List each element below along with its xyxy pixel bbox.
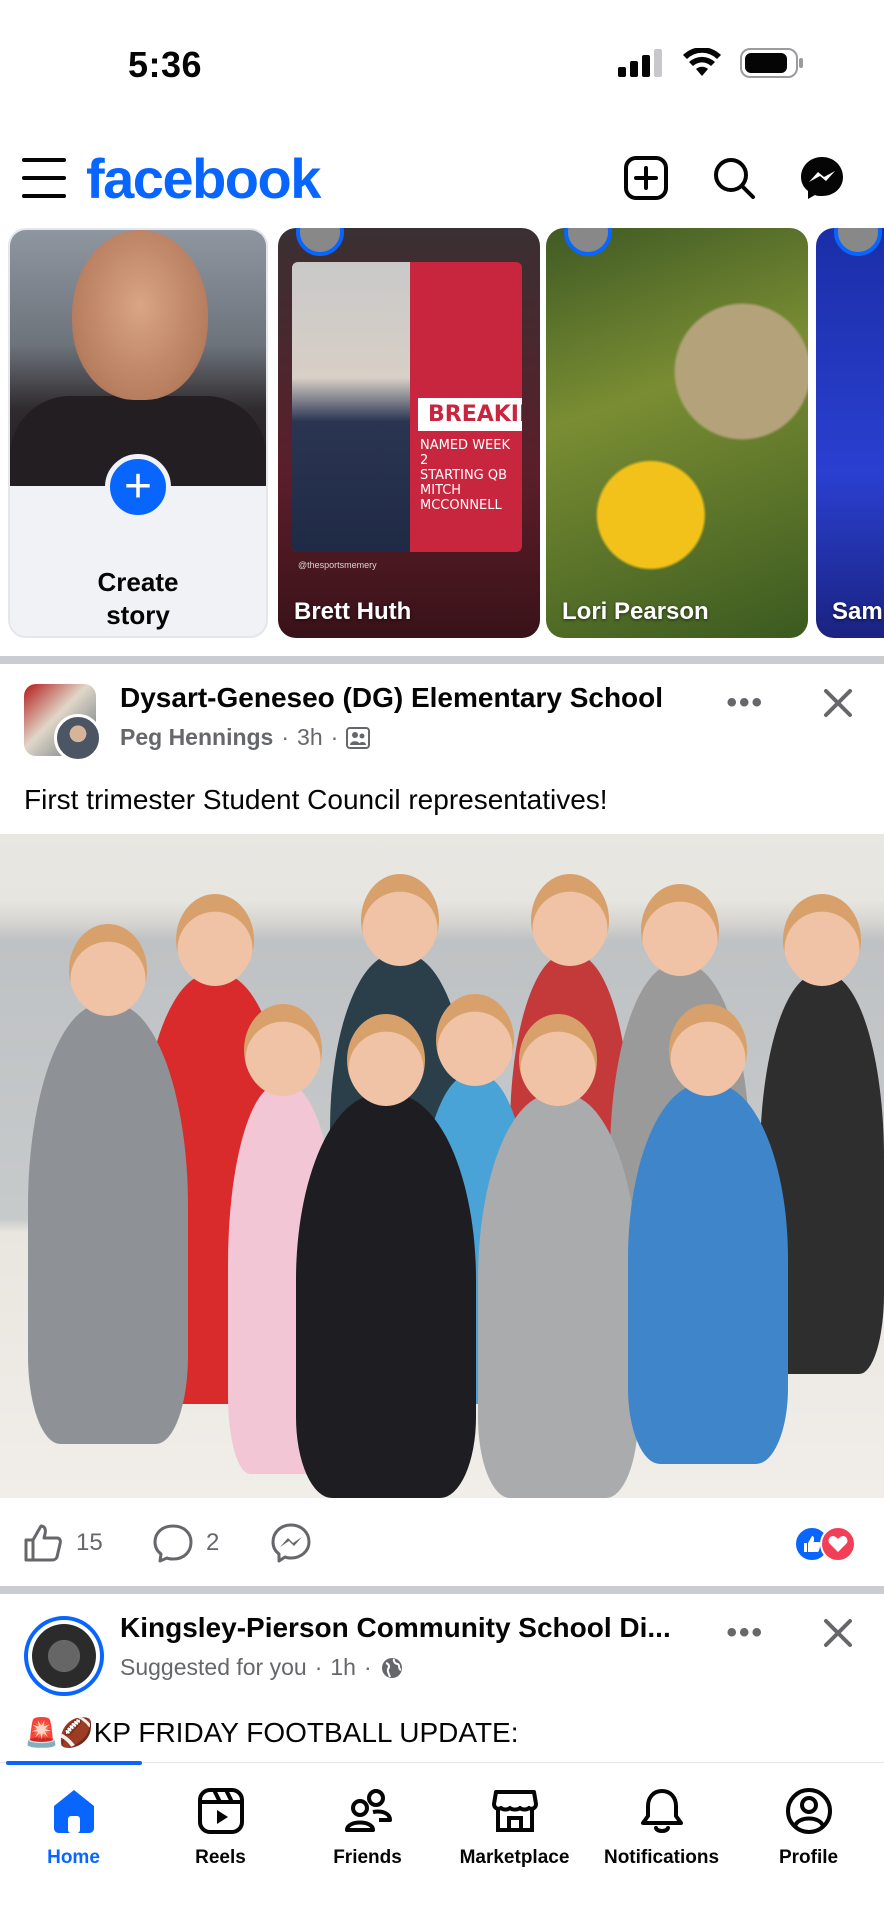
suggested-label: Suggested for you [120,1654,307,1680]
battery-icon [740,48,803,78]
send-button[interactable] [270,1522,312,1564]
section-divider [0,1586,884,1594]
wifi-icon [683,48,721,76]
profile-photo [10,230,266,486]
post-actions: 15 2 [0,1506,884,1578]
search-icon [714,158,755,199]
story-author-name: Brett Huth [294,598,412,625]
post-header: Kingsley-Pierson Community School Di... … [0,1602,884,1702]
nav-friends[interactable]: Friends [294,1785,441,1869]
reels-icon [195,1785,247,1837]
photo-figure [28,924,188,1444]
story-avatar [564,228,612,256]
story-card[interactable]: Sam [816,228,884,638]
nav-notifications[interactable]: Notifications [588,1785,735,1869]
menu-icon[interactable] [22,158,66,198]
story-image: BREAKING NAMED WEEK 2 STARTING QB MITCH … [292,262,522,552]
post-time[interactable]: 3h [297,724,323,751]
post-page-name[interactable]: Kingsley-Pierson Community School Di... [120,1612,671,1644]
photo-figure [628,1004,788,1464]
post-time[interactable]: 1h [330,1654,356,1681]
friends-icon [342,1785,394,1837]
comment-count: 2 [206,1529,220,1556]
story-avatar [834,228,882,256]
comment-button[interactable]: 2 [152,1522,219,1564]
nav-reels[interactable]: Reels [147,1785,294,1869]
section-divider [0,656,884,664]
bell-icon [636,1785,688,1837]
messenger-button[interactable] [798,154,846,202]
page-avatar[interactable] [24,1616,104,1696]
nav-profile[interactable]: Profile [735,1785,882,1869]
nav-label: Notifications [603,1847,720,1868]
status-icons [618,48,804,78]
status-bar: 5:36 [0,0,884,130]
create-story-label: Create story [97,567,179,630]
poster-headline: BREAKING [418,398,522,431]
thumbs-up-icon [24,1524,62,1562]
like-count: 15 [76,1529,103,1556]
post-text: First trimester Student Council represen… [24,784,608,815]
more-options-icon[interactable]: ••• [726,1616,764,1650]
photo-figure [478,1014,638,1498]
more-options-icon[interactable]: ••• [726,686,764,720]
stories-tray: + Create story BREAKING NAMED WEEK 2 STA… [0,228,884,640]
facebook-logo[interactable]: facebook [86,146,321,211]
messenger-icon [801,157,843,199]
search-button[interactable] [710,154,758,202]
nav-label: Profile [778,1847,839,1868]
active-tab-indicator [6,1761,142,1765]
nav-marketplace[interactable]: Marketplace [441,1785,588,1869]
post-header: Dysart-Geneseo (DG) Elementary School Pe… [0,672,884,772]
nav-label: Home [47,1847,100,1868]
post-author[interactable]: Peg Hennings [120,724,273,751]
close-icon[interactable] [818,682,858,722]
love-reaction-icon [820,1526,856,1562]
bottom-navigation: Home Reels Friends Marketplace Notificat… [0,1761,884,1920]
post-meta: Peg Hennings · 3h · [120,724,371,751]
like-button[interactable]: 15 [22,1522,103,1564]
add-story-icon[interactable]: + [105,454,171,520]
nav-label: Marketplace [459,1847,570,1868]
reaction-summary[interactable] [794,1526,860,1562]
story-card[interactable]: BREAKING NAMED WEEK 2 STARTING QB MITCH … [278,228,540,638]
author-avatar[interactable] [54,714,102,762]
nav-home[interactable]: Home [0,1785,147,1869]
cellular-signal-icon [618,49,662,77]
close-icon[interactable] [818,1612,858,1652]
poster-watermark: @thesportsmemery [298,560,377,570]
story-author-name: Sam [832,598,883,625]
messenger-send-icon [271,1523,311,1563]
story-card[interactable]: Lori Pearson [546,228,808,638]
group-audience-icon [346,726,371,749]
photo-figure [296,1014,476,1498]
story-author-name: Lori Pearson [562,598,709,625]
plus-square-icon [624,156,668,200]
home-icon [48,1785,100,1837]
post-text: 🚨🏈KP FRIDAY FOOTBALL UPDATE: [24,1717,519,1748]
story-avatar [296,228,344,256]
poster-subtext: NAMED WEEK 2 STARTING QB MITCH MCCONNELL [420,438,510,513]
nav-label: Reels [195,1847,246,1868]
post-page-name[interactable]: Dysart-Geneseo (DG) Elementary School [120,682,663,714]
nav-label: Friends [333,1847,402,1868]
app-header: facebook [0,140,884,230]
status-time: 5:36 [128,44,203,85]
marketplace-icon [489,1785,541,1837]
profile-icon [783,1785,835,1837]
globe-icon [381,1657,402,1678]
post-meta: Suggested for you · 1h · [120,1654,404,1681]
comment-icon [153,1524,193,1563]
post-photo[interactable] [0,834,884,1498]
create-post-button[interactable] [622,154,670,202]
create-story-card[interactable]: + Create story [8,228,268,638]
